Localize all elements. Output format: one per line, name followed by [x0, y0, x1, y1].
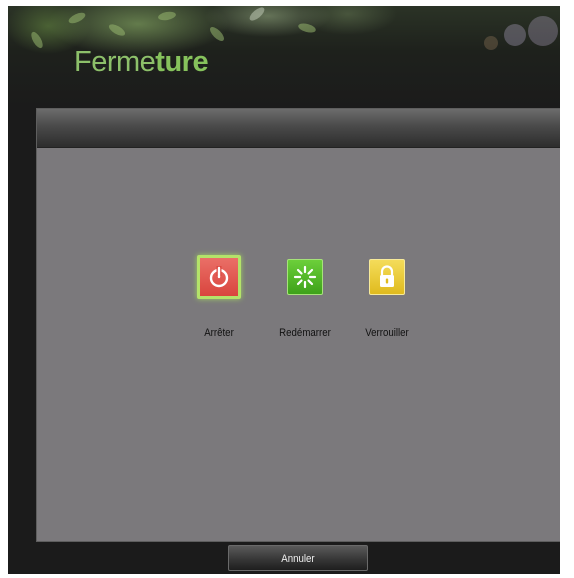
page-title-part2: ture — [155, 46, 209, 78]
bokeh-decoration — [504, 24, 526, 46]
page-title-part1: Ferme — [74, 46, 156, 78]
restart-tile[interactable] — [287, 259, 323, 295]
foliage-decoration — [29, 30, 45, 50]
foliage-decoration — [247, 6, 267, 23]
shutdown-dialog: Arrêter Redémarrer Verrouiller — [36, 108, 560, 542]
lock-action[interactable]: Verrouiller — [345, 259, 429, 339]
bokeh-decoration — [528, 16, 558, 46]
dialog-title-bar — [37, 109, 560, 148]
lock-tile[interactable] — [369, 259, 405, 295]
cancel-button-label: Annuler — [281, 553, 315, 565]
padlock-icon — [380, 265, 394, 287]
cancel-button[interactable]: Annuler — [228, 545, 368, 571]
restart-label: Redémarrer — [279, 327, 331, 339]
foliage-decoration — [67, 10, 87, 26]
foliage-decoration — [107, 22, 127, 38]
restart-action[interactable]: Redémarrer — [263, 259, 347, 339]
bokeh-decoration — [484, 36, 498, 50]
restart-spinner-icon — [293, 265, 317, 289]
lock-label: Verrouiller — [365, 327, 409, 339]
page-title: Fermeture — [74, 46, 209, 79]
power-icon — [209, 266, 229, 288]
app-window: Fermeture Arrêter Redémarrer Verrouiller… — [8, 6, 560, 574]
shutdown-action[interactable]: Arrêter — [177, 255, 261, 339]
foliage-decoration — [297, 21, 317, 35]
foliage-decoration — [207, 24, 227, 44]
foliage-decoration — [157, 10, 177, 22]
shutdown-label: Arrêter — [204, 327, 234, 339]
shutdown-tile[interactable] — [197, 255, 241, 299]
